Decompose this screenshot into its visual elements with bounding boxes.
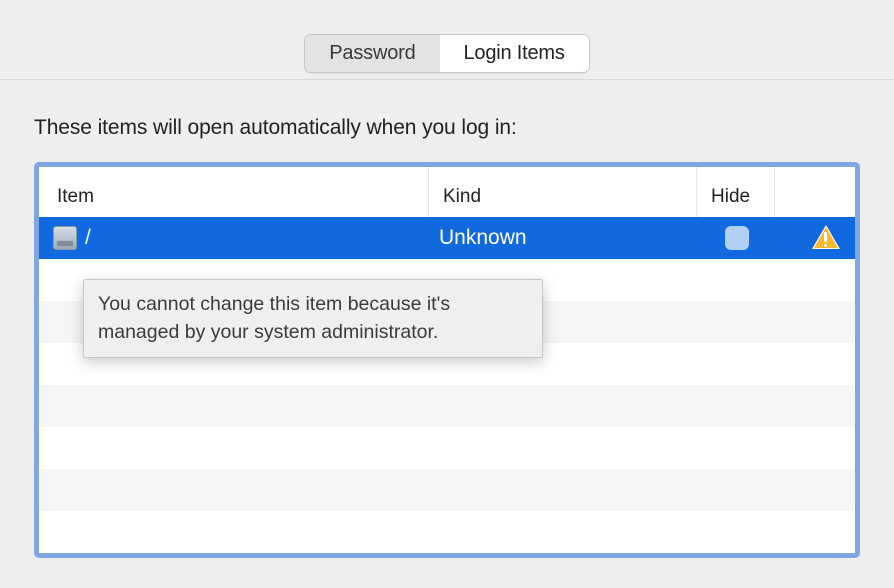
table-row-empty — [39, 385, 855, 427]
column-header-item[interactable]: Item — [39, 167, 429, 217]
tab-group: Password Login Items — [304, 34, 589, 73]
warning-icon — [811, 225, 841, 251]
item-name: / — [85, 226, 91, 250]
table-row-empty — [39, 511, 855, 553]
column-header-spacer — [775, 167, 855, 217]
volume-icon — [53, 226, 77, 250]
divider — [0, 79, 894, 80]
table-row-empty — [39, 469, 855, 511]
tab-login-items[interactable]: Login Items — [440, 35, 589, 72]
tab-bar: Password Login Items — [0, 0, 894, 73]
tab-password[interactable]: Password — [305, 35, 439, 72]
managed-item-tooltip: You cannot change this item because it's… — [83, 279, 543, 358]
cell-kind: Unknown — [429, 226, 697, 250]
cell-item: / — [39, 226, 429, 250]
cell-warning — [775, 225, 855, 251]
table-row[interactable]: / Unknown — [39, 217, 855, 259]
table-header: Item Kind Hide — [39, 167, 855, 217]
hide-checkbox[interactable] — [725, 226, 749, 250]
description-label: These items will open automatically when… — [34, 116, 860, 140]
column-header-kind[interactable]: Kind — [429, 167, 697, 217]
login-items-table[interactable]: Item Kind Hide / Unknown — [34, 162, 860, 558]
table-row-empty — [39, 427, 855, 469]
column-header-hide[interactable]: Hide — [697, 167, 775, 217]
cell-hide — [697, 226, 775, 250]
table-body: / Unknown — [39, 217, 855, 553]
